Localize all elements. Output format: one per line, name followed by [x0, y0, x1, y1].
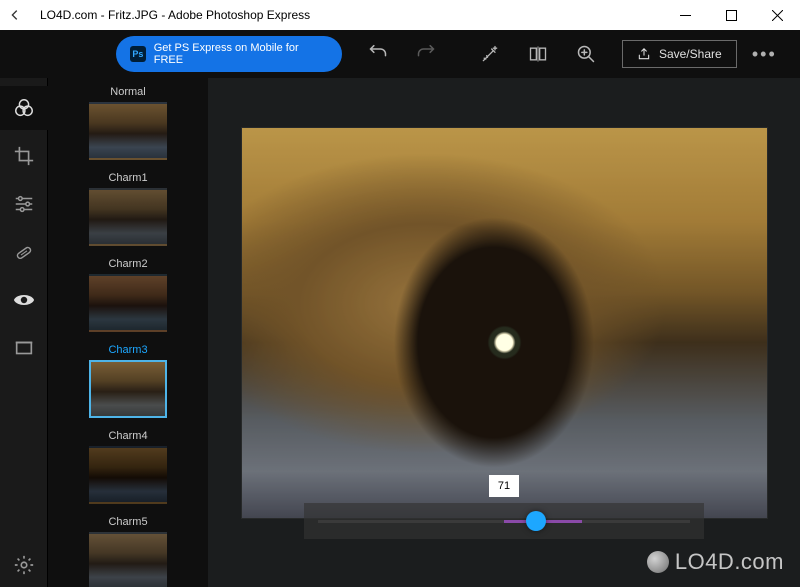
- rail-looks[interactable]: [0, 86, 48, 130]
- filter-thumbnail: [89, 102, 167, 160]
- filter-item-charm3[interactable]: Charm3: [48, 340, 208, 426]
- filter-thumbnail: [89, 532, 167, 587]
- filter-item-charm4[interactable]: Charm4: [48, 426, 208, 512]
- left-rail: [0, 78, 48, 587]
- close-button[interactable]: [754, 0, 800, 30]
- filter-panel: Normal Charm1 Charm2 Charm3 Charm4 Charm…: [48, 78, 208, 587]
- filter-thumbnail: [89, 446, 167, 504]
- redo-button[interactable]: [406, 34, 446, 74]
- window-title: LO4D.com - Fritz.JPG - Adobe Photoshop E…: [40, 8, 662, 22]
- compare-button[interactable]: [518, 34, 558, 74]
- zoom-button[interactable]: [566, 34, 606, 74]
- ps-icon: Ps: [130, 46, 146, 62]
- globe-icon: [647, 551, 669, 573]
- main-area: Normal Charm1 Charm2 Charm3 Charm4 Charm…: [0, 78, 800, 587]
- rail-settings[interactable]: [0, 543, 48, 587]
- filter-label: Charm1: [108, 172, 147, 184]
- filter-item-charm1[interactable]: Charm1: [48, 168, 208, 254]
- filter-label: Normal: [110, 86, 145, 98]
- rail-spot-heal[interactable]: [0, 230, 48, 274]
- undo-redo-group: [350, 34, 454, 74]
- slider-value: 71: [489, 475, 519, 497]
- filter-label: Charm4: [108, 430, 147, 442]
- window-controls: [662, 0, 800, 30]
- filter-item-normal[interactable]: Normal: [48, 82, 208, 168]
- maximize-button[interactable]: [708, 0, 754, 30]
- canvas-area: 71: [208, 78, 800, 587]
- promo-banner[interactable]: Ps Get PS Express on Mobile for FREE: [116, 36, 342, 72]
- save-share-button[interactable]: Save/Share: [622, 40, 737, 68]
- slider-line: [318, 520, 690, 523]
- slider-thumb[interactable]: [526, 511, 546, 531]
- rail-adjustments[interactable]: [0, 182, 48, 226]
- filter-label: Charm3: [108, 344, 147, 356]
- undo-button[interactable]: [358, 34, 398, 74]
- titlebar: LO4D.com - Fritz.JPG - Adobe Photoshop E…: [0, 0, 800, 30]
- minimize-button[interactable]: [662, 0, 708, 30]
- back-button[interactable]: [8, 8, 40, 22]
- top-toolbar: Ps Get PS Express on Mobile for FREE Sav…: [0, 30, 800, 78]
- filter-label: Charm2: [108, 258, 147, 270]
- more-menu-button[interactable]: •••: [745, 34, 784, 74]
- promo-label: Get PS Express on Mobile for FREE: [154, 42, 328, 66]
- watermark-text: LO4D.com: [675, 549, 784, 575]
- center-tools: [462, 34, 614, 74]
- rail-eye[interactable]: [0, 278, 48, 322]
- photo-preview[interactable]: [242, 128, 767, 518]
- filter-thumbnail: [89, 360, 167, 418]
- filter-item-charm5[interactable]: Charm5: [48, 512, 208, 587]
- rail-borders[interactable]: [0, 326, 48, 370]
- slider-track[interactable]: [304, 503, 704, 539]
- watermark: LO4D.com: [647, 549, 784, 575]
- auto-enhance-button[interactable]: [470, 34, 510, 74]
- save-share-label: Save/Share: [659, 47, 722, 61]
- filter-label: Charm5: [108, 516, 147, 528]
- intensity-slider: 71: [304, 475, 704, 539]
- filter-thumbnail: [89, 188, 167, 246]
- rail-crop[interactable]: [0, 134, 48, 178]
- filter-thumbnail: [89, 274, 167, 332]
- filter-item-charm2[interactable]: Charm2: [48, 254, 208, 340]
- share-icon: [637, 47, 651, 61]
